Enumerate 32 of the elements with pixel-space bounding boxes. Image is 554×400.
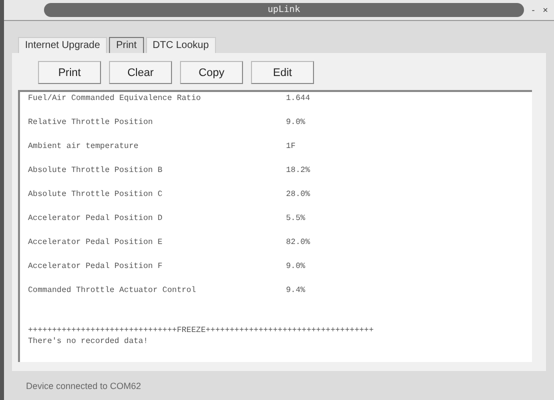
separator-line: +++++++++++++++++++++++++++++++FREEZE+++++++++++++++++++++++++++++++++++ — [28, 326, 374, 335]
toolbar-button[interactable]: Clear — [109, 61, 172, 84]
close-button[interactable]: × — [542, 5, 548, 15]
reading-name: Accelerator Pedal Position D — [28, 214, 164, 225]
tab[interactable]: Internet Upgrade — [18, 37, 108, 53]
reading-value: 18.2% — [286, 166, 310, 177]
reading-value: 28.0% — [286, 190, 310, 201]
reading-name: Commanded Throttle Actuator Control — [28, 286, 198, 297]
reading-name: Absolute Throttle Position B — [28, 166, 164, 177]
output-text-area[interactable] — [18, 90, 532, 362]
reading-name: Accelerator Pedal Position F — [28, 262, 164, 273]
window-title: upLink — [44, 3, 524, 17]
minimize-button[interactable]: - — [532, 5, 535, 15]
status-text: Device connected to COM62 — [25, 380, 142, 391]
toolbar-button[interactable]: Edit — [251, 61, 314, 84]
reading-value: 1.644 — [286, 94, 310, 105]
reading-value: 5.5% — [286, 214, 306, 225]
reading-name: Absolute Throttle Position C — [28, 190, 164, 201]
reading-name: Accelerator Pedal Position E — [28, 238, 164, 249]
reading-value: 9.4% — [286, 286, 306, 297]
reading-name: Ambient air temperature — [28, 142, 140, 153]
tab[interactable]: Print — [109, 37, 144, 53]
message-text: There's no recorded data! — [28, 337, 150, 346]
reading-value: 9.0% — [286, 118, 306, 129]
tab[interactable]: DTC Lookup — [146, 37, 216, 53]
toolbar-button[interactable]: Print — [38, 61, 101, 84]
reading-name: Relative Throttle Position — [28, 118, 154, 129]
toolbar-button[interactable]: Copy — [180, 61, 243, 84]
reading-value: 9.0% — [286, 262, 306, 273]
reading-value: 82.0% — [286, 238, 310, 249]
reading-name: Fuel/Air Commanded Equivalence Ratio — [28, 94, 202, 105]
reading-value: 1F — [286, 142, 296, 153]
